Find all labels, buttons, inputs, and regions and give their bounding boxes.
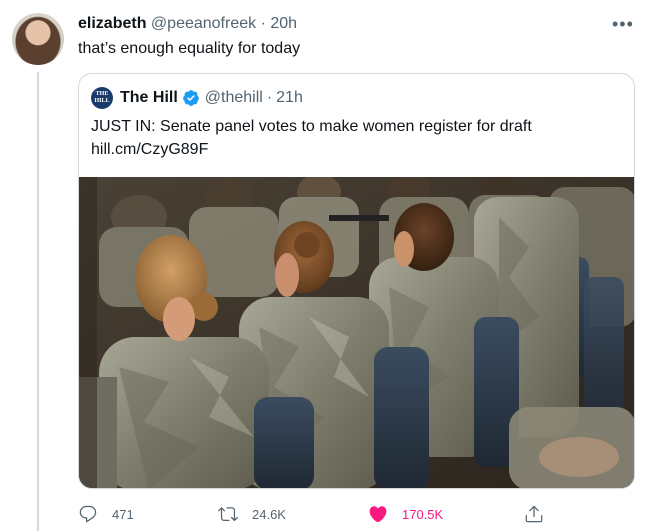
more-dots-icon[interactable]: ••• <box>612 14 634 34</box>
retweet-count: 24.6K <box>252 506 286 522</box>
quoted-tweet-card[interactable]: THE HILL The Hill @thehill · 21h JUST IN… <box>78 73 635 489</box>
quoted-tweet-body: JUST IN: Senate panel votes to make wome… <box>91 118 532 135</box>
quoted-tweet-text: JUST IN: Senate panel votes to make wome… <box>91 115 621 161</box>
reply-count: 471 <box>112 506 134 522</box>
quoted-tweet-image[interactable] <box>79 177 635 489</box>
quoted-tweet-time[interactable]: 21h <box>276 89 303 107</box>
heart-icon <box>369 506 387 523</box>
retweet-button[interactable]: 24.6K <box>218 502 286 526</box>
share-button[interactable] <box>524 502 558 526</box>
author-name[interactable]: elizabeth <box>78 15 146 32</box>
tweet-actions: 471 24.6K 170.5K <box>78 502 558 526</box>
quoted-author-name[interactable]: The Hill <box>120 89 178 107</box>
logo-text-bottom: HILL <box>94 98 110 104</box>
tweet-header: elizabeth @peeanofreek · 20h <box>78 14 297 34</box>
quoted-author-handle[interactable]: @thehill <box>205 89 263 107</box>
reply-button[interactable]: 471 <box>78 502 134 526</box>
like-button[interactable]: 170.5K <box>368 502 443 526</box>
author-avatar[interactable] <box>12 13 64 65</box>
author-handle[interactable]: @peeanofreek <box>151 15 256 32</box>
retweet-icon <box>218 507 238 522</box>
quoted-separator: · <box>266 89 273 106</box>
header-separator: · <box>260 15 266 32</box>
like-count: 170.5K <box>402 506 444 522</box>
quoted-tweet-header: THE HILL The Hill @thehill · 21h <box>91 87 303 109</box>
verified-badge-icon <box>182 90 199 106</box>
reply-icon <box>79 505 97 523</box>
thread-line <box>37 72 39 531</box>
logo-text-top: THE <box>95 91 109 97</box>
tweet-time[interactable]: 20h <box>270 15 297 32</box>
tweet-text: that’s enough equality for today <box>78 40 301 57</box>
quoted-tweet-link[interactable]: hill.cm/CzyG89F <box>91 138 621 161</box>
the-hill-logo[interactable]: THE HILL <box>91 87 113 109</box>
share-icon <box>525 505 543 523</box>
